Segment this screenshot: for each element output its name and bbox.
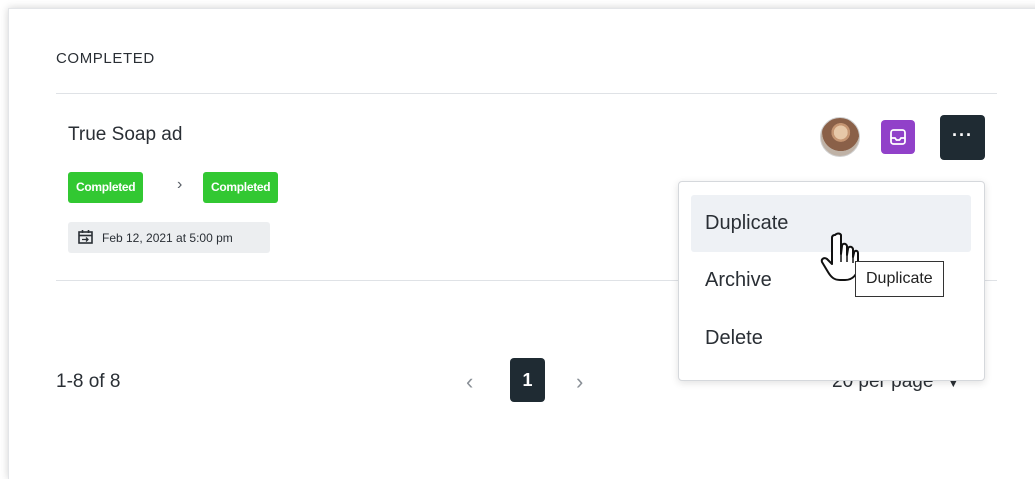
status-badge-to: Completed	[203, 172, 279, 203]
section-title: COMPLETED	[56, 50, 155, 67]
divider	[56, 93, 997, 94]
calendar-icon	[78, 230, 93, 247]
date-text: Feb 12, 2021 at 5:00 pm	[102, 231, 233, 245]
tooltip: Duplicate	[855, 261, 944, 297]
page-1-button[interactable]: 1	[510, 358, 545, 402]
inbox-button[interactable]	[881, 120, 915, 154]
status-badge-from: Completed	[68, 172, 144, 203]
card-title[interactable]: True Soap ad	[68, 124, 182, 146]
inbox-icon	[890, 129, 906, 145]
more-options-button[interactable]: ···	[940, 115, 985, 160]
next-page-button[interactable]: ›	[576, 369, 583, 395]
avatar[interactable]	[820, 117, 860, 157]
pagination-range: 1-8 of 8	[56, 371, 121, 392]
chevron-right-icon: ›	[177, 176, 183, 193]
date-chip: Feb 12, 2021 at 5:00 pm	[68, 222, 270, 253]
menu-item-delete[interactable]: Delete	[691, 310, 971, 367]
prev-page-button[interactable]: ‹	[466, 369, 473, 395]
more-dots-icon: ···	[952, 125, 973, 145]
